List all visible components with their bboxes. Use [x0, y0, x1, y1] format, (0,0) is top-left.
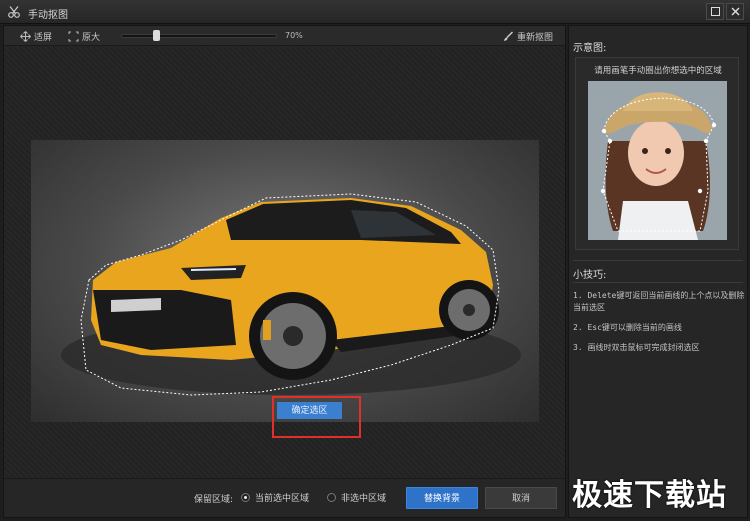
- original-size-icon: [68, 31, 79, 41]
- zoom-readout: 70%: [285, 31, 303, 40]
- scissors-icon: [8, 6, 20, 18]
- radio-unchecked-icon: [327, 493, 336, 502]
- fit-screen-icon: [20, 30, 31, 42]
- tip-item: 1. Delete键可返回当前画线的上个点以及删除当前选区: [573, 291, 745, 312]
- zoom-slider-handle[interactable]: [153, 30, 160, 41]
- car-image: [61, 193, 521, 396]
- tips-title: 小技巧:: [573, 270, 607, 281]
- keep-area-label: 保留区域:: [194, 495, 234, 505]
- radio-current-selection[interactable]: 当前选中区域: [241, 491, 309, 504]
- redraw-label: 重新抠图: [516, 32, 553, 43]
- maximize-button[interactable]: [706, 3, 724, 20]
- radio-non-selection-label: 非选中区域: [341, 494, 387, 504]
- toolbar: 适屏 原大 70% 重新抠图: [4, 26, 565, 46]
- radio-non-selection[interactable]: 非选中区域: [327, 491, 386, 504]
- original-size-button[interactable]: 原大: [68, 30, 101, 43]
- close-button[interactable]: [726, 3, 744, 20]
- cancel-button[interactable]: 取消: [485, 487, 557, 509]
- divider: [573, 260, 743, 261]
- radio-current-selection-label: 当前选中区域: [255, 494, 310, 504]
- zoom-slider[interactable]: [121, 30, 277, 41]
- original-size-label: 原大: [82, 32, 101, 43]
- confirm-selection-button[interactable]: 确定选区: [277, 402, 342, 419]
- canvas-area[interactable]: 确定选区: [4, 47, 565, 477]
- replace-background-button[interactable]: 替换背景: [406, 487, 478, 509]
- radio-checked-icon: [241, 493, 250, 502]
- maximize-icon: [710, 7, 720, 16]
- tips-list: 1. Delete键可返回当前画线的上个点以及删除当前选区 2. Esc键可以删…: [573, 290, 745, 362]
- close-icon: [731, 7, 739, 16]
- car-photo[interactable]: [31, 140, 539, 422]
- bottom-bar: 保留区域: 当前选中区域 非选中区域 替换背景 取消: [4, 478, 565, 517]
- watermark: 极速下载站: [572, 478, 727, 513]
- fit-screen-button[interactable]: 适屏: [20, 30, 53, 43]
- workspace-panel: 适屏 原大 70% 重新抠图 确定选区 保留区域: 当前选中区域 非选中区域 替…: [3, 25, 566, 518]
- redraw-button[interactable]: 重新抠图: [503, 30, 553, 43]
- example-photo: [588, 81, 727, 240]
- divider: [573, 282, 743, 283]
- example-title: 示意图:: [573, 43, 607, 54]
- example-box: 请用画笔手动圈出你想选中的区域: [575, 57, 739, 250]
- brush-icon: [503, 30, 514, 41]
- example-caption: 请用画笔手动圈出你想选中的区域: [594, 66, 722, 76]
- tip-item: 2. Esc键可以删除当前的画线: [573, 323, 682, 332]
- window-title: 手动抠图: [28, 10, 68, 21]
- girl-image: [588, 81, 727, 240]
- help-panel: 示意图: 请用画笔手动圈出你想选中的区域 小技巧: 1. Delete键可返回当…: [568, 25, 748, 518]
- fit-screen-label: 适屏: [34, 32, 53, 43]
- tip-item: 3. 画线时双击鼠标可完成封闭选区: [573, 343, 700, 352]
- title-bar: 手动抠图: [0, 0, 750, 24]
